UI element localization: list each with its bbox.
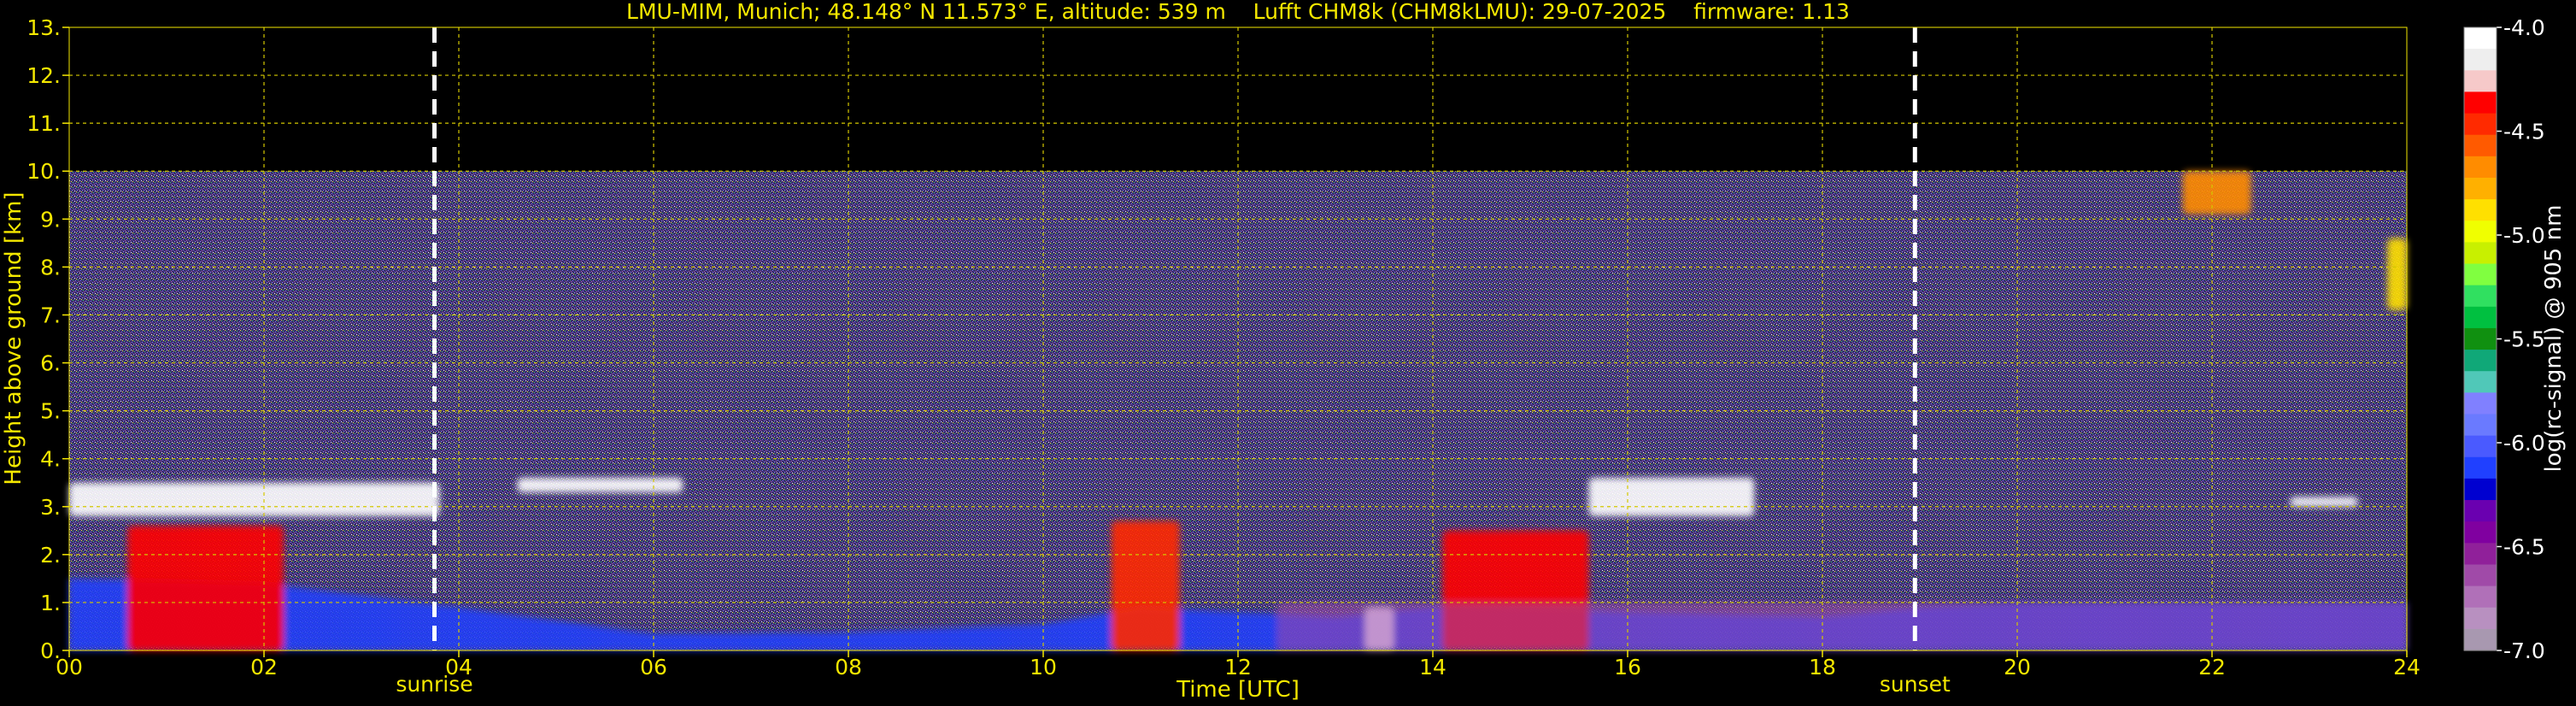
x-tick-label: 22: [2198, 655, 2226, 680]
colorbar-swatch: [2464, 70, 2497, 93]
y-tick-label: 10.: [26, 159, 61, 184]
colorbar-swatch: [2464, 134, 2497, 157]
ceilometer-chart: sunrise sunset 00 02 04 06 08 10 12 14 16 18 20 22 24…: [1, 0, 2567, 703]
y-tick-label: 1.: [40, 591, 61, 615]
x-tick-label: 14: [1419, 655, 1446, 680]
colorbar-swatch: [2464, 156, 2497, 179]
y-tick-label: 9.: [40, 207, 61, 232]
colorbar-tick-label: -5.0: [2503, 223, 2545, 248]
colorbar-swatch: [2464, 456, 2497, 479]
colorbar-tick-label: -5.5: [2503, 327, 2545, 352]
colorbar-swatch: [2464, 221, 2497, 243]
y-tick-label: 8.: [40, 255, 61, 279]
aerosol-layer-11: [1276, 602, 2407, 650]
cloud-layer-7: [69, 482, 440, 516]
colorbar-swatch: [2464, 628, 2497, 651]
y-tick-label: 0.: [40, 638, 61, 663]
colorbar-swatch: [2464, 392, 2497, 415]
colorbar-swatch: [2464, 585, 2497, 609]
x-tick-label: 02: [250, 655, 278, 680]
colorbar-swatch: [2464, 350, 2497, 372]
colorbar-swatch: [2464, 414, 2497, 437]
colorbar-swatch: [2464, 199, 2497, 221]
colorbar-swatch: [2464, 91, 2497, 115]
colorbar-swatch: [2464, 242, 2497, 265]
y-tick-label: 13.: [26, 15, 61, 40]
colorbar-swatch: [2464, 435, 2497, 458]
colorbar-swatch: [2464, 327, 2497, 350]
chart-title: LMU-MIM, Munich; 48.148° N 11.573° E, al…: [626, 0, 1850, 24]
colorbar-tick-label: -6.0: [2503, 431, 2545, 456]
colorbar-swatch: [2464, 285, 2497, 308]
colorbar: -4.0 -4.5 -5.0 -5.5 -6.0 -6.5 -7.0: [2464, 15, 2545, 663]
colorbar-swatch: [2464, 113, 2497, 136]
y-axis-label: Height above ground [km]: [1, 191, 26, 485]
colorbar-tick-label: -4.5: [2503, 120, 2545, 144]
colorbar-swatch: [2464, 177, 2497, 200]
colorbar-swatch: [2464, 500, 2497, 522]
colorbar-swatch: [2464, 607, 2497, 630]
cloud-layer-10: [2290, 497, 2358, 507]
colorbar-tick-label: -6.5: [2503, 535, 2545, 560]
cloud-layer-9: [1588, 478, 1755, 516]
cloud-layer-8: [517, 478, 684, 492]
cloud-5: [2182, 171, 2251, 215]
y-tick-label: 3.: [40, 495, 61, 520]
y-tick-label: 5.: [40, 399, 61, 424]
x-tick-label: 08: [835, 655, 862, 680]
x-tick-label: 24: [2393, 655, 2421, 680]
y-tick-label: 11.: [26, 111, 61, 136]
colorbar-swatch: [2464, 306, 2497, 329]
y-axis: 0. 1. 2. 3. 4. 5. 6. 7. 8. 9. 10. 11. 12. 13.: [26, 15, 69, 663]
colorbar-swatch: [2464, 564, 2497, 587]
cloud-2: [1111, 521, 1180, 650]
y-tick-label: 6.: [40, 351, 61, 376]
x-tick-label: 06: [640, 655, 667, 680]
colorbar-swatch: [2464, 371, 2497, 393]
colorbar-swatch: [2464, 521, 2497, 544]
cloud-1: [127, 526, 284, 650]
x-tick-label: 18: [1809, 655, 1836, 680]
cloud-6: [2387, 238, 2407, 310]
colorbar-swatch: [2464, 478, 2497, 501]
x-axis-label: Time [UTC]: [1176, 677, 1300, 703]
colorbar-tick-label: -4.0: [2503, 15, 2545, 40]
y-tick-label: 12.: [26, 63, 61, 88]
colorbar-swatch: [2464, 27, 2497, 50]
colorbar-label: log(rc-signal) @ 905 nm: [2541, 205, 2567, 473]
colorbar-swatch: [2464, 263, 2497, 286]
event-label-sunset: sunset: [1880, 672, 1951, 697]
y-tick-label: 7.: [40, 303, 61, 327]
colorbar-swatch: [2464, 543, 2497, 566]
y-tick-label: 2.: [40, 543, 61, 568]
x-tick-label: 04: [445, 655, 472, 680]
x-tick-label: 12: [1224, 655, 1252, 680]
x-tick-label: 16: [1614, 655, 1641, 680]
x-tick-label: 10: [1030, 655, 1057, 680]
y-tick-label: 4.: [40, 447, 61, 472]
colorbar-swatch: [2464, 49, 2497, 71]
colorbar-tick-label: -7.0: [2503, 638, 2545, 663]
x-tick-label: 20: [2004, 655, 2031, 680]
